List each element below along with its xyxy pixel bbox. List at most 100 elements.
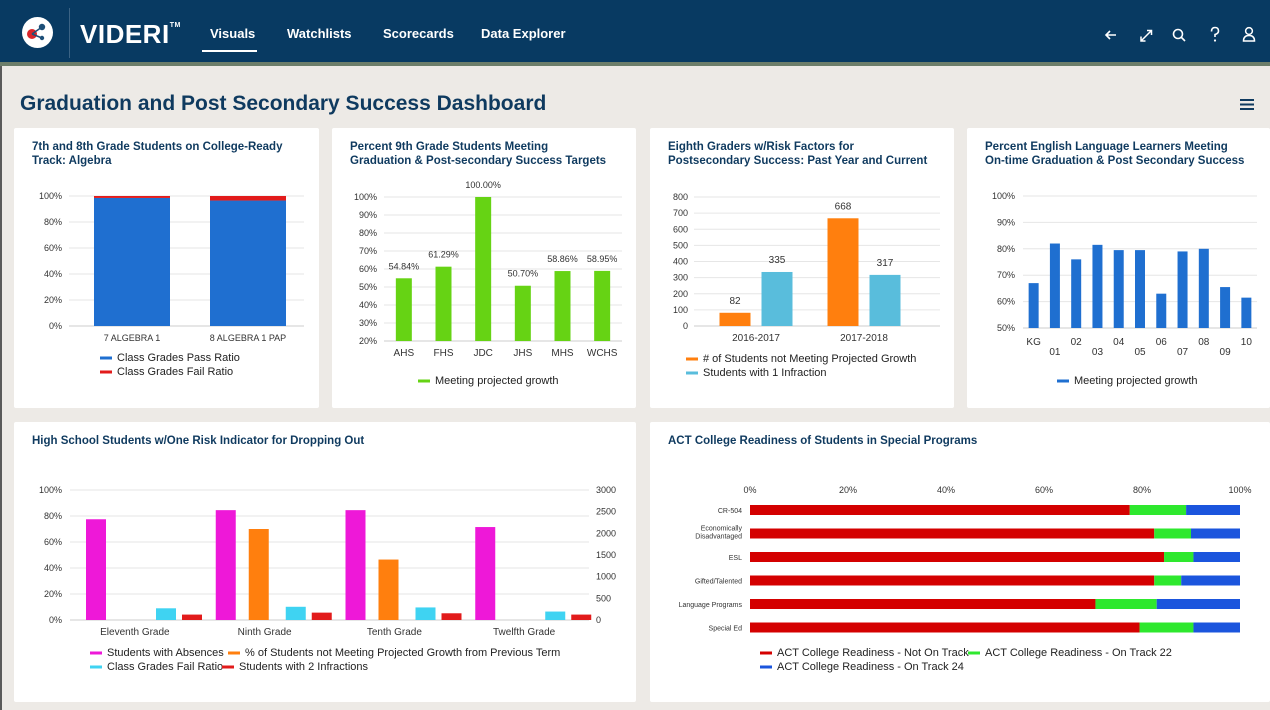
bar-not-meeting-growth <box>827 218 859 326</box>
nav-watchlists[interactable]: Watchlists <box>287 26 352 41</box>
legend-on-track-24: ACT College Readiness - On Track 24 <box>777 661 964 673</box>
y-tick-label: 70% <box>997 270 1015 280</box>
help-icon[interactable] <box>1202 18 1228 48</box>
y-tick-label: 20% <box>44 295 62 305</box>
bar-class-grades-pass-ratio <box>210 200 286 326</box>
y-tick-label: 20% <box>359 336 377 346</box>
data-label: 668 <box>835 201 852 212</box>
nav-visuals[interactable]: Visuals <box>210 26 255 41</box>
bar-act-college-readiness-not-on-track <box>750 599 1096 609</box>
y-tick-label: 60% <box>44 537 62 547</box>
data-label: 54.84% <box>389 261 420 271</box>
bar-meeting-growth <box>475 197 492 341</box>
bar-act-college-readiness-on-track-22 <box>1164 552 1194 562</box>
bar-students-with-absences <box>345 510 366 620</box>
x-tick-label: Twelfth Grade <box>493 627 556 638</box>
x-tick-label: 2016-2017 <box>732 333 780 344</box>
bar-act-college-readiness-not-on-track <box>750 505 1130 515</box>
y-tick-label: 600 <box>673 224 688 234</box>
active-tab-indicator <box>202 50 257 52</box>
bar-class-grades-pass-ratio <box>94 197 170 326</box>
x-tick-label: 02 <box>1071 337 1083 348</box>
card-dropout: High School Students w/One Risk Indicato… <box>14 422 636 702</box>
card-ninth-grade: Percent 9th Grade Students Meeting Gradu… <box>332 128 636 408</box>
x-tick-label: 01 <box>1049 347 1061 358</box>
legend-not-on-track: ACT College Readiness - Not On Track <box>777 647 969 659</box>
bar-act-college-readiness-on-track-24 <box>1181 575 1240 586</box>
user-icon[interactable] <box>1236 18 1262 48</box>
chart-eighth-graders: 800 700 600 500 400 300 200 100 0 82 335 2016-2017 6… <box>673 192 940 379</box>
bar-meeting-growth <box>435 266 452 341</box>
back-arrow-icon[interactable] <box>1098 18 1124 48</box>
x-tick-label: 40% <box>937 485 955 495</box>
bar-act-college-readiness-on-track-24 <box>1193 552 1240 562</box>
bar-act-college-readiness-on-track-22 <box>1095 599 1157 609</box>
y-tick-label: 80% <box>44 217 62 227</box>
bar-act-college-readiness-not-on-track <box>750 575 1155 586</box>
y-tick-label: 50% <box>359 282 377 292</box>
bar-act-college-readiness-not-on-track <box>750 528 1155 539</box>
bar-class-grades-fail-ratio <box>210 196 286 201</box>
y-tick-label: ESL <box>729 555 742 562</box>
x-tick-label: 04 <box>1113 337 1125 348</box>
legend-fail-ratio: Class Grades Fail Ratio <box>117 366 233 378</box>
bar-class-grades-fail-ratio <box>94 196 170 198</box>
bar-students-with-2-infractions <box>441 613 462 620</box>
x-tick-label: 08 <box>1198 337 1210 348</box>
legend-one-infraction: Students with 1 Infraction <box>703 367 827 379</box>
y2-tick-label: 2500 <box>596 507 616 517</box>
x-tick-label: 80% <box>1133 485 1151 495</box>
page-title: Graduation and Post Secondary Success Da… <box>20 92 547 115</box>
y-tick-label: 100% <box>39 191 62 201</box>
y2-tick-label: 3000 <box>596 485 616 495</box>
y-tick-label: 500 <box>673 240 688 250</box>
x-tick-label: Eleventh Grade <box>100 627 170 638</box>
nav-scorecards[interactable]: Scorecards <box>383 26 454 41</box>
x-tick-label: JDC <box>473 348 492 359</box>
bar-class-grades-fail-ratio <box>545 611 566 620</box>
y-tick-label: 30% <box>359 318 377 328</box>
x-tick-label: MHS <box>551 348 574 359</box>
bar-act-college-readiness-on-track-22 <box>1139 622 1194 633</box>
search-icon[interactable] <box>1166 18 1192 48</box>
x-tick-label: 03 <box>1092 347 1104 358</box>
bar-class-grades-fail-ratio <box>285 606 306 620</box>
x-tick-label: 8 ALGEBRA 1 PAP <box>210 333 286 343</box>
y-tick-label: 400 <box>673 257 688 267</box>
y2-tick-label: 500 <box>596 593 611 603</box>
y2-tick-label: 1500 <box>596 550 616 560</box>
nav-data-explorer[interactable]: Data Explorer <box>481 26 566 41</box>
card-eighth-graders: Eighth Graders w/Risk Factors for Postse… <box>650 128 954 408</box>
chart-act: 0% 20% 40% 60% 80% 100% CR-504 Economically Disa… <box>679 485 1252 673</box>
y2-tick-label: 2000 <box>596 528 616 538</box>
bar-students-with-absences <box>215 510 236 620</box>
y-tick-label: Economically Disadvantaged <box>695 526 742 541</box>
bar-meeting-growth <box>1220 287 1231 328</box>
y-tick-label: 100% <box>354 192 377 202</box>
y-tick-label: 70% <box>359 246 377 256</box>
y-tick-label: 0% <box>49 615 62 625</box>
bar-meeting-growth <box>554 271 571 341</box>
y-tick-label: 100% <box>39 485 62 495</box>
bar-meeting-growth <box>1071 259 1082 328</box>
bar-meeting-growth <box>1092 244 1103 328</box>
bar-meeting-growth <box>1241 297 1252 328</box>
bar-meeting-growth <box>1028 283 1039 328</box>
top-navigation-bar: VIDERITM Visuals Watchlists Scorecards D… <box>0 0 1270 66</box>
legend-not-meeting-growth: # of Students not Meeting Projected Grow… <box>703 353 916 365</box>
y-tick-label: 100 <box>673 305 688 315</box>
videri-logo-icon[interactable] <box>22 17 53 48</box>
bar-meeting-growth <box>1198 248 1209 328</box>
data-label: 82 <box>729 296 741 307</box>
bar-act-college-readiness-on-track-24 <box>1193 622 1240 633</box>
y-tick-label: 20% <box>44 589 62 599</box>
y-tick-label: 0% <box>49 321 62 331</box>
x-tick-label: 10 <box>1241 337 1253 348</box>
x-tick-label: 05 <box>1134 347 1146 358</box>
y-tick-label: 40% <box>359 300 377 310</box>
hamburger-menu-icon[interactable] <box>1238 95 1258 115</box>
expand-icon[interactable] <box>1133 18 1159 48</box>
y-tick-label: Language Programs <box>679 602 743 609</box>
x-tick-label: 20% <box>839 485 857 495</box>
bar-one-infraction <box>869 274 901 326</box>
